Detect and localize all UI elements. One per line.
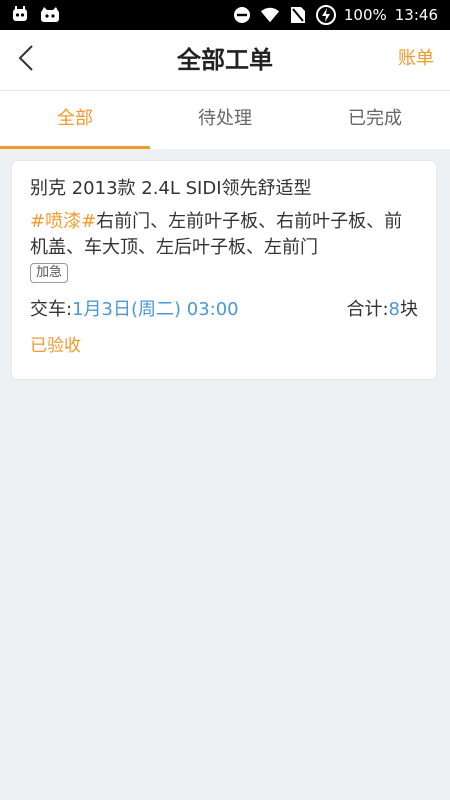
clock-time: 13:46 <box>394 6 438 24</box>
total-unit: 块 <box>400 299 418 320</box>
tab-pending[interactable]: 待处理 <box>150 91 300 149</box>
status-bar: 100% 13:46 <box>0 0 450 30</box>
tab-bar: 全部 待处理 已完成 <box>0 91 450 149</box>
do-not-disturb-icon <box>232 6 252 24</box>
battery-icon <box>315 5 336 25</box>
delivery-info: 交车:1月3日(周二) 03:00 <box>30 295 239 321</box>
delivery-row: 交车:1月3日(周二) 03:00 合计:8块 <box>30 295 418 321</box>
total-count: 8 <box>388 299 400 320</box>
header: 全部工单 账单 <box>0 30 450 91</box>
cat-app-icon <box>40 6 60 24</box>
wifi-icon <box>260 6 280 24</box>
service-tag: #喷漆# <box>30 211 97 232</box>
order-card[interactable]: 别克 2013款 2.4L SIDI领先舒适型 #喷漆#右前门、左前叶子板、右前… <box>12 161 436 379</box>
delivery-time: 1月3日(周二) 03:00 <box>72 299 239 320</box>
total-label: 合计: <box>346 299 389 320</box>
delivery-label: 交车: <box>30 299 73 320</box>
status-right: 100% 13:46 <box>232 5 450 25</box>
urgent-badge: 加急 <box>30 263 69 283</box>
status-left <box>0 6 60 24</box>
tab-all[interactable]: 全部 <box>0 91 150 149</box>
battery-percent: 100% <box>343 6 387 24</box>
total-info: 合计:8块 <box>346 295 418 321</box>
status-badge: 已验收 <box>30 336 81 356</box>
no-sim-icon <box>288 6 308 24</box>
android-bot-icon <box>10 6 30 24</box>
car-model: 别克 2013款 2.4L SIDI领先舒适型 <box>30 178 312 199</box>
bill-button[interactable]: 账单 <box>398 30 434 90</box>
page-title: 全部工单 <box>177 46 273 74</box>
service-details: #喷漆#右前门、左前叶子板、右前叶子板、前机盖、车大顶、左后叶子板、左前门 <box>30 209 418 261</box>
tab-completed[interactable]: 已完成 <box>300 91 450 149</box>
